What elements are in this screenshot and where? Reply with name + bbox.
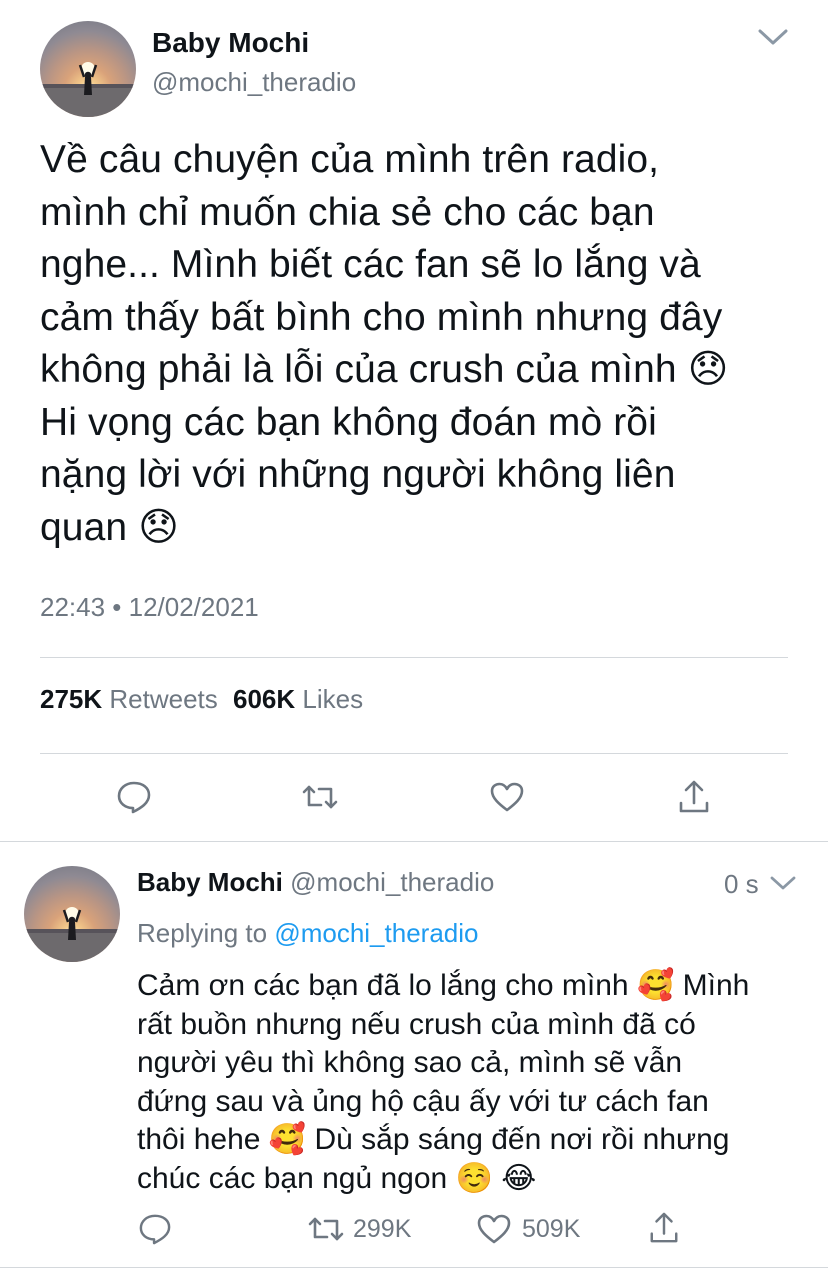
share-upload-icon [650,1212,678,1243]
reply-retweet-count: 299K [353,1214,412,1243]
divider [40,753,788,754]
speech-bubble-icon [117,781,151,814]
author-avatar[interactable] [40,21,136,117]
tweet-stats: 275K Retweets 606K Likes [40,684,363,715]
heart-outline-icon [477,1214,511,1244]
speech-bubble-icon [139,1214,171,1245]
retweets-label: Retweets [109,684,218,714]
likes-label: Likes [302,684,364,714]
like-button[interactable] [489,781,525,813]
likes-stat[interactable]: 606K Likes [233,684,363,714]
reply-time[interactable]: 0 s [724,869,759,900]
author-handle[interactable]: @mochi_theradio [152,67,356,98]
retweet-arrows-icon [302,785,338,809]
reply-share-button[interactable] [648,1211,680,1245]
retweet-arrows-icon [308,1217,344,1241]
replying-to: Replying to @mochi_theradio [137,918,478,949]
reply-like-count: 509K [522,1214,581,1243]
bottom-divider [0,1267,828,1268]
retweets-count: 275K [40,684,103,714]
reply-chevron-down-icon[interactable] [768,873,798,893]
author-name[interactable]: Baby Mochi [152,27,309,59]
reply-reply-button[interactable] [138,1213,172,1245]
reply-button[interactable] [116,780,152,814]
likes-count: 606K [233,684,296,714]
chevron-down-icon[interactable] [756,24,790,50]
avatar-photo [24,907,120,962]
avatar-photo [40,62,136,117]
replying-handle-link[interactable]: @mochi_theradio [274,918,478,948]
heart-outline-icon [490,782,524,812]
retweet-button[interactable] [301,781,339,813]
replying-prefix: Replying to [137,918,268,948]
reply-like-button[interactable]: 509K [476,1213,580,1245]
tweet-timestamp[interactable]: 22:43 • 12/02/2021 [40,592,259,623]
reply-text: Cảm ơn các bạn đã lo lắng cho mình 🥰 Mìn… [137,969,750,1195]
reply-author-handle[interactable]: @mochi_theradio [290,867,494,897]
retweets-stat[interactable]: 275K Retweets [40,684,225,714]
section-divider [0,841,828,842]
share-upload-icon [679,780,709,813]
share-button[interactable] [677,779,711,815]
tweet-text: Về câu chuyện của mình trên radio, mình … [40,138,729,549]
reply-header: Baby Mochi @mochi_theradio [137,867,494,898]
reply-author-name[interactable]: Baby Mochi [137,867,283,897]
reply-retweet-button[interactable]: 299K [307,1213,411,1245]
divider [40,657,788,658]
reply-author-avatar[interactable] [24,866,120,962]
